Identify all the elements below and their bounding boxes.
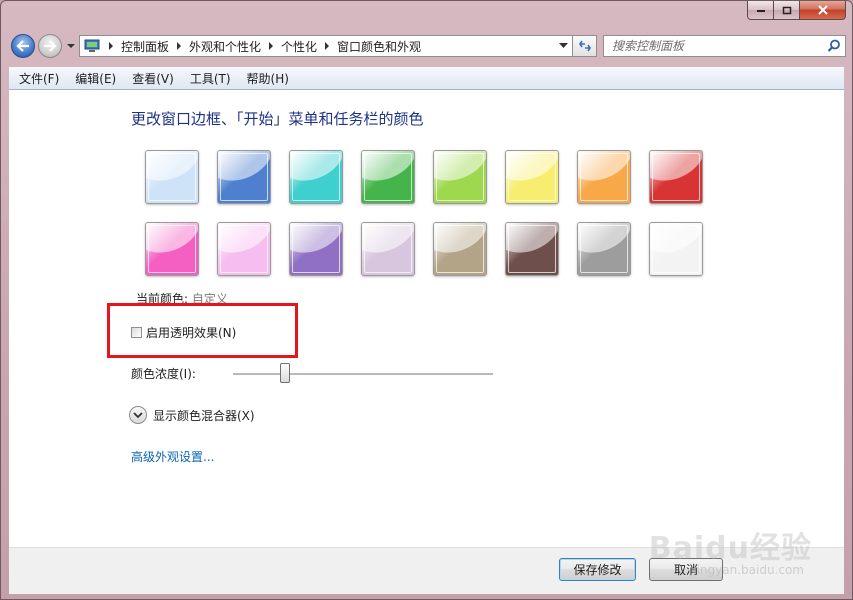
breadcrumb-separator-icon[interactable] [265, 42, 277, 50]
advanced-appearance-link[interactable]: 高级外观设置... [131, 448, 214, 465]
breadcrumb-control-panel[interactable]: 控制面板 [117, 38, 173, 55]
search-input[interactable] [610, 36, 824, 56]
chevron-down-icon [133, 411, 143, 418]
back-arrow-icon [16, 40, 29, 52]
chevron-down-icon [558, 43, 568, 48]
breadcrumb-separator-icon[interactable] [321, 42, 333, 50]
breadcrumb-appearance[interactable]: 外观和个性化 [185, 38, 265, 55]
search-icon[interactable] [827, 39, 841, 53]
menu-bar: 文件(F) 编辑(E) 查看(V) 工具(T) 帮助(H) [9, 67, 844, 90]
refresh-icon [578, 40, 591, 52]
forward-button[interactable] [38, 34, 62, 58]
breadcrumb-window-color[interactable]: 窗口颜色和外观 [333, 38, 425, 55]
color-swatch[interactable] [145, 150, 199, 204]
transparency-option[interactable]: 启用透明效果(N) [131, 324, 236, 341]
color-swatch[interactable] [505, 222, 559, 276]
color-mixer-toggle[interactable]: 显示颜色混合器(X) [129, 406, 255, 424]
chevron-down-icon [67, 44, 75, 48]
color-intensity-label: 颜色浓度(I): [131, 367, 196, 381]
menu-view[interactable]: 查看(V) [122, 70, 180, 87]
window: 控制面板 外观和个性化 个性化 窗口颜色和外观 文件(F) [0, 0, 853, 600]
close-button[interactable] [800, 1, 846, 20]
color-swatch[interactable] [433, 150, 487, 204]
baidu-watermark: Baidu经验 [648, 531, 812, 566]
menu-help[interactable]: 帮助(H) [237, 70, 295, 87]
menu-tools[interactable]: 工具(T) [180, 70, 237, 87]
forward-arrow-icon [44, 40, 57, 52]
menu-file[interactable]: 文件(F) [9, 70, 65, 87]
breadcrumb-personalization[interactable]: 个性化 [277, 38, 321, 55]
expand-button[interactable] [129, 406, 147, 424]
color-swatch[interactable] [289, 150, 343, 204]
save-changes-button[interactable]: 保存修改 [559, 558, 636, 581]
minimize-button[interactable] [747, 1, 774, 20]
breadcrumb-separator-icon[interactable] [173, 42, 185, 50]
recent-pages-dropdown[interactable] [66, 40, 76, 50]
color-swatch[interactable] [361, 222, 415, 276]
color-swatch[interactable] [433, 222, 487, 276]
caption-buttons [747, 1, 846, 20]
color-swatch[interactable] [217, 222, 271, 276]
maximize-button[interactable] [774, 1, 800, 20]
address-bar[interactable]: 控制面板 外观和个性化 个性化 窗口颜色和外观 [79, 35, 573, 57]
color-swatch[interactable] [577, 222, 631, 276]
back-button[interactable] [11, 34, 35, 58]
transparency-label[interactable]: 启用透明效果(N) [146, 324, 236, 341]
search-box[interactable] [603, 35, 846, 57]
minimize-icon [756, 10, 765, 12]
control-panel-icon [84, 39, 100, 52]
baidu-watermark-url: jingyan.baidu.com [693, 563, 804, 577]
color-intensity-slider-thumb[interactable] [280, 363, 290, 383]
color-swatch[interactable] [505, 150, 559, 204]
refresh-button[interactable] [573, 35, 597, 57]
address-history-dropdown[interactable] [554, 36, 572, 56]
breadcrumb-separator-icon [105, 42, 117, 50]
maximize-icon [782, 6, 791, 14]
color-swatch[interactable] [289, 222, 343, 276]
color-swatch[interactable] [577, 150, 631, 204]
close-icon [817, 5, 828, 15]
color-swatch[interactable] [145, 222, 199, 276]
transparency-checkbox[interactable] [131, 327, 142, 338]
color-swatch[interactable] [361, 150, 415, 204]
color-swatch[interactable] [217, 150, 271, 204]
color-mixer-label[interactable]: 显示颜色混合器(X) [153, 407, 255, 424]
page-title: 更改窗口边框、「开始」菜单和任务栏的颜色 [131, 110, 424, 128]
menu-edit[interactable]: 编辑(E) [65, 70, 122, 87]
content-pane: 更改窗口边框、「开始」菜单和任务栏的颜色 当前颜色: 自定义 启用透明效果(N)… [9, 90, 844, 547]
navigation-bar: 控制面板 外观和个性化 个性化 窗口颜色和外观 [9, 32, 846, 60]
color-swatch[interactable] [649, 222, 703, 276]
color-intensity-slider-track[interactable] [233, 373, 493, 376]
color-swatch[interactable] [649, 150, 703, 204]
